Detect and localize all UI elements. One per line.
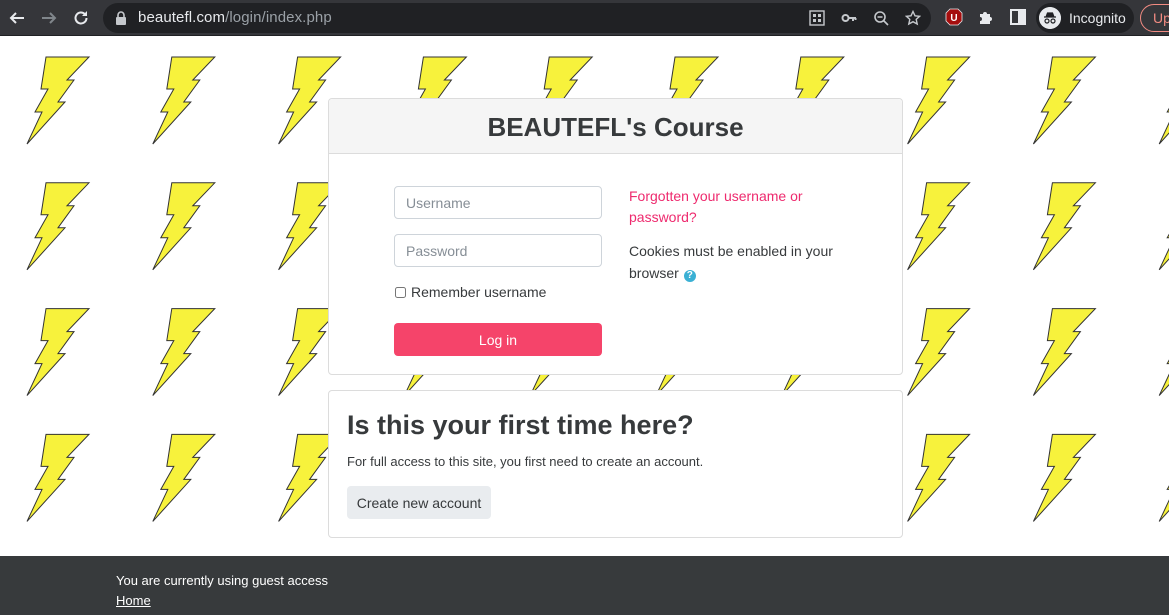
forgot-password-link[interactable]: Forgotten your username or password?: [629, 186, 829, 228]
cookies-notice: Cookies must be enabled in your browser?: [629, 240, 844, 284]
reload-icon: [74, 11, 88, 25]
ublock-icon[interactable]: U: [945, 8, 963, 26]
lightning-bolt-icon: [152, 433, 216, 522]
lightning-bolt-icon: [152, 182, 216, 271]
back-icon: [9, 12, 24, 24]
incognito-icon: [1039, 7, 1061, 29]
remember-username-label: Remember username: [411, 284, 547, 300]
qr-code-icon[interactable]: [809, 10, 825, 26]
lightning-bolt-icon: [26, 56, 91, 145]
lightning-bolt-icon: [152, 308, 216, 396]
lightning-bolt-icon: [907, 308, 971, 396]
lock-icon: [116, 11, 126, 25]
lightning-bolt-icon: [1158, 359, 1169, 396]
login-card: BEAUTEFL's Course Remember username Log …: [328, 98, 903, 375]
lightning-bolt-icon: [1158, 233, 1169, 271]
lightning-bolt-icon: [907, 182, 971, 271]
remember-username-checkbox[interactable]: [395, 286, 406, 298]
update-button[interactable]: Up: [1140, 4, 1169, 32]
extensions-icon[interactable]: [977, 8, 995, 26]
home-link[interactable]: Home: [116, 593, 151, 608]
lightning-bolt-icon: [907, 433, 971, 522]
lightning-bolt-icon: [26, 433, 91, 522]
signup-text: For full access to this site, you first …: [347, 454, 704, 469]
signup-title: Is this your first time here?: [347, 410, 694, 440]
browser-toolbar: beautefl.com/login/index.php U Incognito…: [0, 0, 1169, 36]
url-text: beautefl.com/login/index.php: [138, 9, 332, 26]
zoom-icon[interactable]: [873, 10, 889, 26]
lightning-bolt-icon: [1032, 308, 1097, 396]
lightning-bolt-icon: [1158, 485, 1169, 522]
login-button[interactable]: Log in: [394, 323, 602, 356]
reload-button[interactable]: [69, 6, 93, 30]
lightning-bolt-icon: [152, 56, 216, 145]
signup-card: Is this your first time here? For full a…: [328, 390, 903, 538]
login-card-header: BEAUTEFL's Course: [329, 99, 902, 154]
lightning-bolt-icon: [26, 308, 91, 396]
url-host: beautefl.com: [138, 9, 226, 26]
lightning-bolt-icon: [1032, 56, 1097, 145]
create-account-button[interactable]: Create new account: [347, 486, 491, 519]
address-bar[interactable]: beautefl.com/login/index.php: [103, 3, 931, 33]
remember-username[interactable]: Remember username: [395, 284, 546, 300]
cookies-text: Cookies must be enabled in your browser: [629, 243, 833, 281]
star-icon[interactable]: [905, 10, 921, 26]
help-icon[interactable]: ?: [683, 270, 696, 282]
site-title: BEAUTEFL's Course: [487, 112, 744, 142]
page-footer: You are currently using guest access Hom…: [0, 556, 1169, 615]
svg-text:U: U: [950, 13, 957, 24]
password-input[interactable]: [394, 234, 602, 267]
forward-icon: [42, 12, 57, 24]
lightning-bolt-icon: [26, 182, 91, 271]
url-path: /login/index.php: [225, 9, 332, 26]
side-panel-icon[interactable]: [1009, 8, 1027, 26]
profile-label: Incognito: [1069, 10, 1126, 26]
lightning-bolt-icon: [1032, 182, 1097, 271]
forward-button[interactable]: [37, 6, 61, 30]
profile-button[interactable]: Incognito: [1036, 3, 1134, 33]
lightning-bolt-icon: [1032, 433, 1097, 522]
key-icon[interactable]: [841, 10, 857, 26]
page-body: BEAUTEFL's Course Remember username Log …: [0, 36, 1169, 556]
back-button[interactable]: [5, 6, 29, 30]
guest-access-text: You are currently using guest access: [116, 573, 328, 588]
lightning-bolt-icon: [907, 56, 971, 145]
lightning-bolt-icon: [1158, 107, 1169, 145]
username-input[interactable]: [394, 186, 602, 219]
